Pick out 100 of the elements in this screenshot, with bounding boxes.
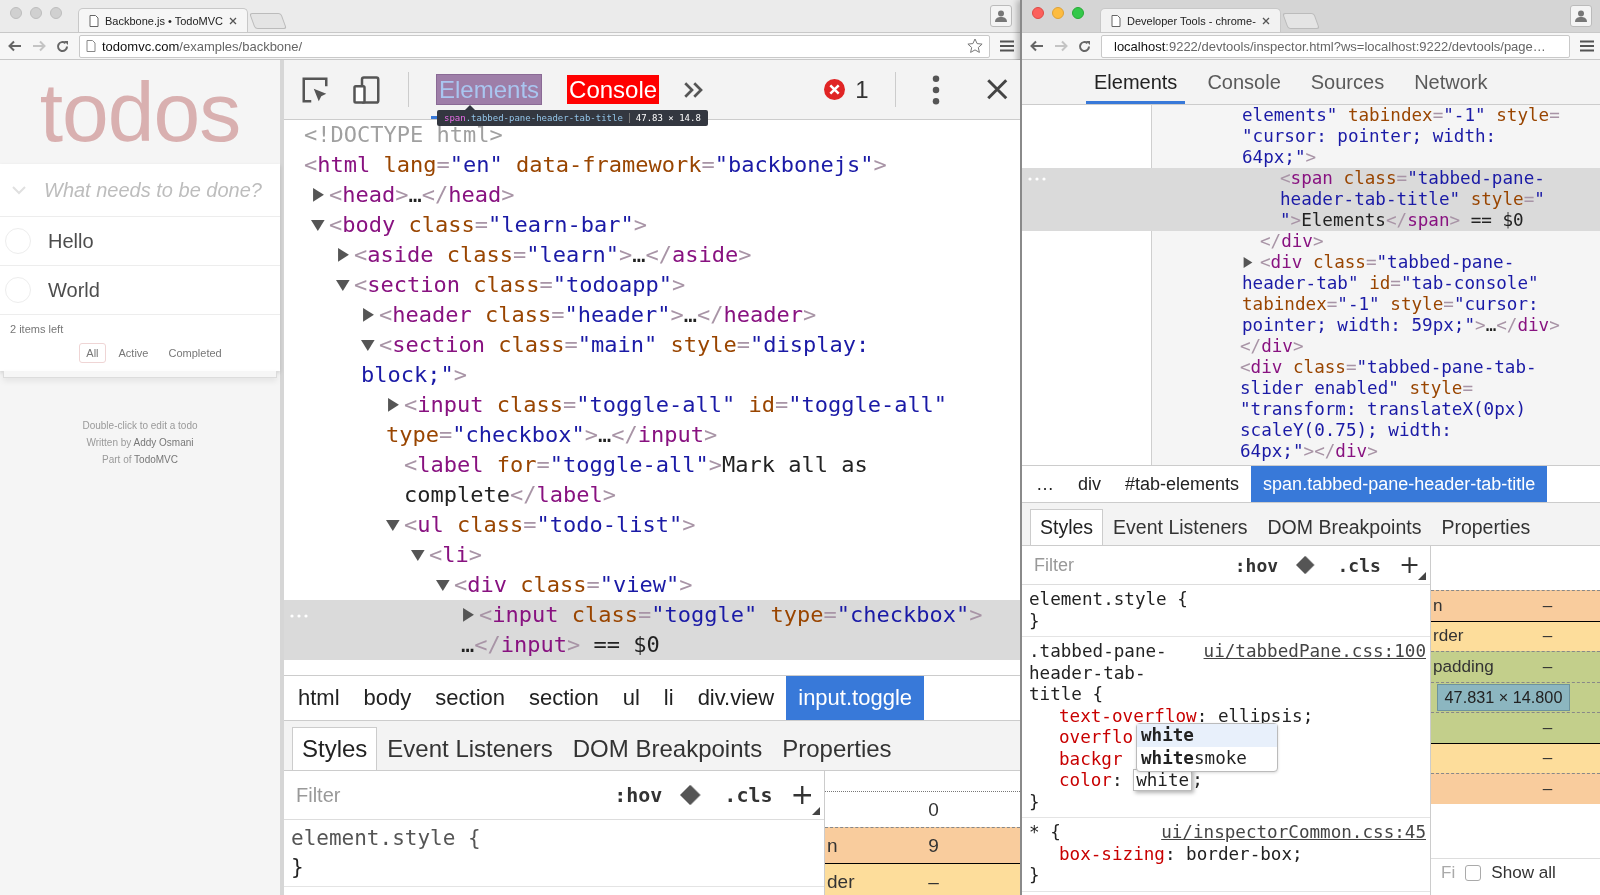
profile-button[interactable] (1570, 5, 1592, 27)
breadcrumb[interactable]: div (1066, 466, 1113, 502)
triangle-icon[interactable] (311, 188, 325, 202)
error-count[interactable]: 1 (855, 75, 869, 104)
breadcrumb[interactable]: input.toggle (786, 676, 924, 720)
dom-node[interactable]: <input class="toggle" type="checkbox"> …</input> == $0 (284, 600, 1020, 660)
sidebar-tab[interactable]: Properties (772, 727, 902, 770)
dom-node[interactable]: <head>…</head> (284, 180, 1020, 210)
sidebar-tab[interactable]: Styles (1030, 509, 1104, 545)
breadcrumb[interactable]: #tab-elements (1113, 466, 1252, 502)
breadcrumb[interactable]: … (1024, 466, 1066, 502)
css-declaration[interactable]: text-overflow: ellipsis; (1059, 705, 1314, 726)
address-field[interactable]: todomvc.com/examples/backbone/ (79, 34, 990, 58)
triangle-icon[interactable] (461, 608, 475, 622)
css-declaration[interactable]: box-sizing: border-box; (1059, 843, 1303, 864)
sidebar-tab[interactable]: Event Listeners (377, 727, 563, 770)
device-icon[interactable] (352, 74, 382, 105)
menu-icon[interactable] (1000, 40, 1014, 52)
dom-node[interactable]: <span class="tabbed-pane- header-tab-title" style=" ">Elements</span> == $0 (1022, 168, 1600, 231)
sidebar-tab[interactable]: DOM Breakpoints (1257, 509, 1432, 545)
sidebar-tab[interactable]: Event Listeners (1103, 509, 1258, 545)
source-link[interactable]: ui/inspectorCommon.css:45 (1161, 822, 1426, 844)
dom-node[interactable]: <html lang="en" data-framework="backbonejs"> (284, 150, 1020, 180)
breadcrumb[interactable]: div.view (685, 676, 787, 720)
info-link[interactable]: TodoMVC (134, 454, 178, 465)
triangle-icon[interactable] (436, 578, 450, 592)
sidebar-tab[interactable]: DOM Breakpoints (562, 727, 773, 770)
breadcrumb[interactable]: section (517, 676, 611, 720)
address-field[interactable]: localhost:9222/devtools/inspector.html?ws=localhost:9222/devtools/page… (1101, 34, 1570, 58)
filter-link[interactable]: Completed (161, 343, 229, 363)
triangle-icon[interactable] (361, 338, 375, 352)
corner-triangle-icon[interactable] (1418, 572, 1426, 580)
hover-state-button[interactable]: :hov (1234, 554, 1279, 576)
breadcrumb[interactable]: section (423, 676, 517, 720)
panel-tab[interactable]: Console (567, 74, 660, 105)
dom-node[interactable]: <label for="toggle-all">Mark all as complete</label> (284, 450, 1020, 510)
dom-node[interactable]: elements" tabindex="-1" style= "cursor: pointer; width: 64px;"> (1022, 105, 1600, 168)
corner-triangle-icon[interactable] (812, 807, 820, 815)
more-options-icon[interactable] (931, 74, 940, 105)
panel-tab[interactable]: Elements (1092, 69, 1180, 95)
breadcrumb[interactable]: body (351, 676, 424, 720)
source-link[interactable]: ui/tabbedPane.css:100 (1203, 641, 1426, 663)
panel-tab[interactable]: Network (1412, 69, 1490, 95)
filter-link[interactable]: Active (111, 343, 156, 363)
reload-icon[interactable] (1078, 39, 1091, 53)
add-rule-button[interactable]: + (790, 781, 814, 809)
sidebar-tab[interactable]: Properties (1431, 509, 1541, 545)
back-icon[interactable] (8, 40, 22, 52)
profile-button[interactable] (990, 5, 1012, 27)
todo-label[interactable]: Hello (48, 229, 94, 253)
close-icon[interactable] (1261, 16, 1270, 25)
dom-node[interactable]: <section class="main" style="display: block;"> (284, 330, 1020, 390)
checkbox[interactable] (1465, 865, 1482, 881)
triangle-icon[interactable] (361, 308, 375, 322)
dom-node[interactable]: <body class="learn-bar"> (284, 210, 1020, 240)
hover-state-button[interactable]: :hov (614, 783, 663, 807)
triangle-icon[interactable] (386, 518, 400, 532)
breadcrumb[interactable]: html (286, 676, 352, 720)
close-icon[interactable] (985, 78, 1008, 101)
filter-field[interactable]: Filter (1032, 553, 1217, 577)
filter-field[interactable]: Filter (294, 782, 597, 808)
breadcrumb[interactable]: span.tabbed-pane-header-tab-title (1251, 466, 1548, 502)
css-declaration[interactable]: overflo (1059, 727, 1134, 747)
breadcrumb[interactable]: li (651, 676, 686, 720)
triangle-icon[interactable] (386, 398, 400, 412)
triangle-icon[interactable] (311, 218, 325, 232)
sidebar-tab[interactable]: Styles (292, 727, 378, 770)
close-icon[interactable] (229, 16, 237, 25)
dom-node[interactable]: <li> (284, 540, 1020, 570)
dom-node[interactable]: <header class="header">…</header> (284, 300, 1020, 330)
css-declaration[interactable]: backgr (1059, 748, 1123, 769)
more-dots-icon[interactable] (290, 613, 308, 618)
panel-tab[interactable]: Sources (1308, 69, 1387, 95)
browser-tab[interactable]: Backbone.js • TodoMVC (78, 8, 248, 32)
browser-tab[interactable]: Developer Tools - chrome- (1100, 8, 1281, 32)
more-dots-icon[interactable] (1028, 177, 1046, 182)
error-icon[interactable] (824, 79, 846, 100)
dom-node[interactable]: <section class="todoapp"> (284, 270, 1020, 300)
todo-label[interactable]: World (48, 278, 100, 302)
class-toggle-button[interactable]: .cls (1337, 554, 1381, 576)
filter-link[interactable]: All (79, 343, 106, 363)
reload-icon[interactable] (56, 39, 69, 53)
triangle-icon[interactable] (411, 548, 425, 562)
triangle-icon[interactable] (336, 278, 350, 292)
new-todo-field[interactable]: What needs to be done? (42, 177, 271, 203)
dom-node[interactable]: <div class="view"> (284, 570, 1020, 600)
star-icon[interactable] (967, 38, 983, 54)
close-window-icon[interactable] (1032, 7, 1044, 19)
dom-node[interactable]: <ul class="todo-list"> (284, 510, 1020, 540)
class-toggle-button[interactable]: .cls (724, 783, 773, 807)
dom-node[interactable]: <input class="toggle-all" id="toggle-all" type="checkbox">…</input> (284, 390, 1020, 450)
dom-node[interactable]: <aside class="learn">…</aside> (284, 240, 1020, 270)
breadcrumb[interactable]: ul (610, 676, 652, 720)
triangle-icon[interactable] (336, 248, 350, 262)
triangle-icon[interactable] (1242, 257, 1253, 268)
menu-icon[interactable] (1580, 40, 1594, 52)
suggestion-item[interactable]: white (1137, 723, 1277, 748)
dom-node[interactable]: <div class="tabbed-pane- header-tab" id="tab-console" tabindex="-1" style="cursor: pointer; width: 59px;">…</div> (1022, 252, 1600, 336)
dom-node[interactable]: <div class="tabbed-pane-tab- slider enabled" style= "transform: translateX(0px) scaleY(0.75); width: 64px;"></div> (1022, 357, 1600, 462)
info-link[interactable]: Addy Osmani (133, 437, 194, 448)
